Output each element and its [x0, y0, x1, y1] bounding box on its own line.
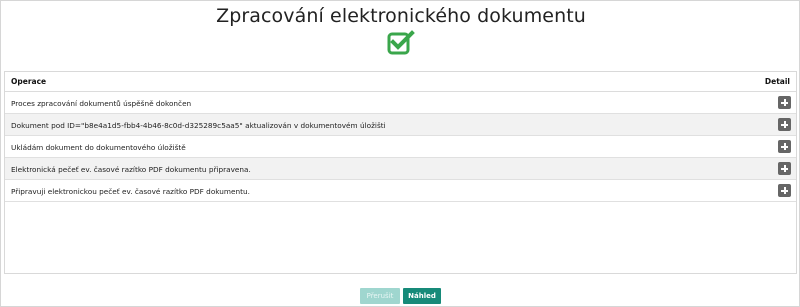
header-operation: Operace	[11, 77, 47, 86]
row-text: Elektronická pečeť ev. časové razítko PD…	[11, 165, 251, 174]
row-text: Dokument pod ID="b8e4a1d5-fbb4-4b46-8c0d…	[11, 121, 386, 130]
table-row: Dokument pod ID="b8e4a1d5-fbb4-4b46-8c0d…	[5, 114, 796, 136]
table-row: Ukládám dokument do dokumentového úložiš…	[5, 136, 796, 158]
row-text: Proces zpracování dokumentů úspěšně doko…	[11, 99, 192, 108]
table-header: Operace Detail	[5, 72, 796, 92]
plus-square-icon[interactable]	[778, 184, 791, 197]
row-text: Připravuji elektronickou pečeť ev. časov…	[11, 187, 250, 196]
header-detail: Detail	[764, 77, 790, 86]
footer-actions: Přerušit Náhled	[1, 288, 800, 304]
plus-square-icon[interactable]	[778, 162, 791, 175]
table-row: Připravuji elektronickou pečeť ev. časov…	[5, 180, 796, 202]
plus-square-icon[interactable]	[778, 140, 791, 153]
preview-button[interactable]: Náhled	[403, 288, 441, 304]
table-body: Proces zpracování dokumentů úspěšně doko…	[5, 92, 796, 202]
page-title: Zpracování elektronického dokumentu	[216, 5, 586, 27]
cancel-button[interactable]: Přerušit	[360, 288, 400, 304]
plus-square-icon[interactable]	[778, 96, 791, 109]
table-row: Proces zpracování dokumentů úspěšně doko…	[5, 92, 796, 114]
row-text: Ukládám dokument do dokumentového úložiš…	[11, 143, 186, 152]
table-row: Elektronická pečeť ev. časové razítko PD…	[5, 158, 796, 180]
plus-square-icon[interactable]	[778, 118, 791, 131]
check-square-icon	[387, 30, 415, 56]
document-processing-page: Zpracování elektronického dokumentu Oper…	[0, 0, 800, 307]
operations-table: Operace Detail Proces zpracování dokumen…	[4, 71, 797, 274]
